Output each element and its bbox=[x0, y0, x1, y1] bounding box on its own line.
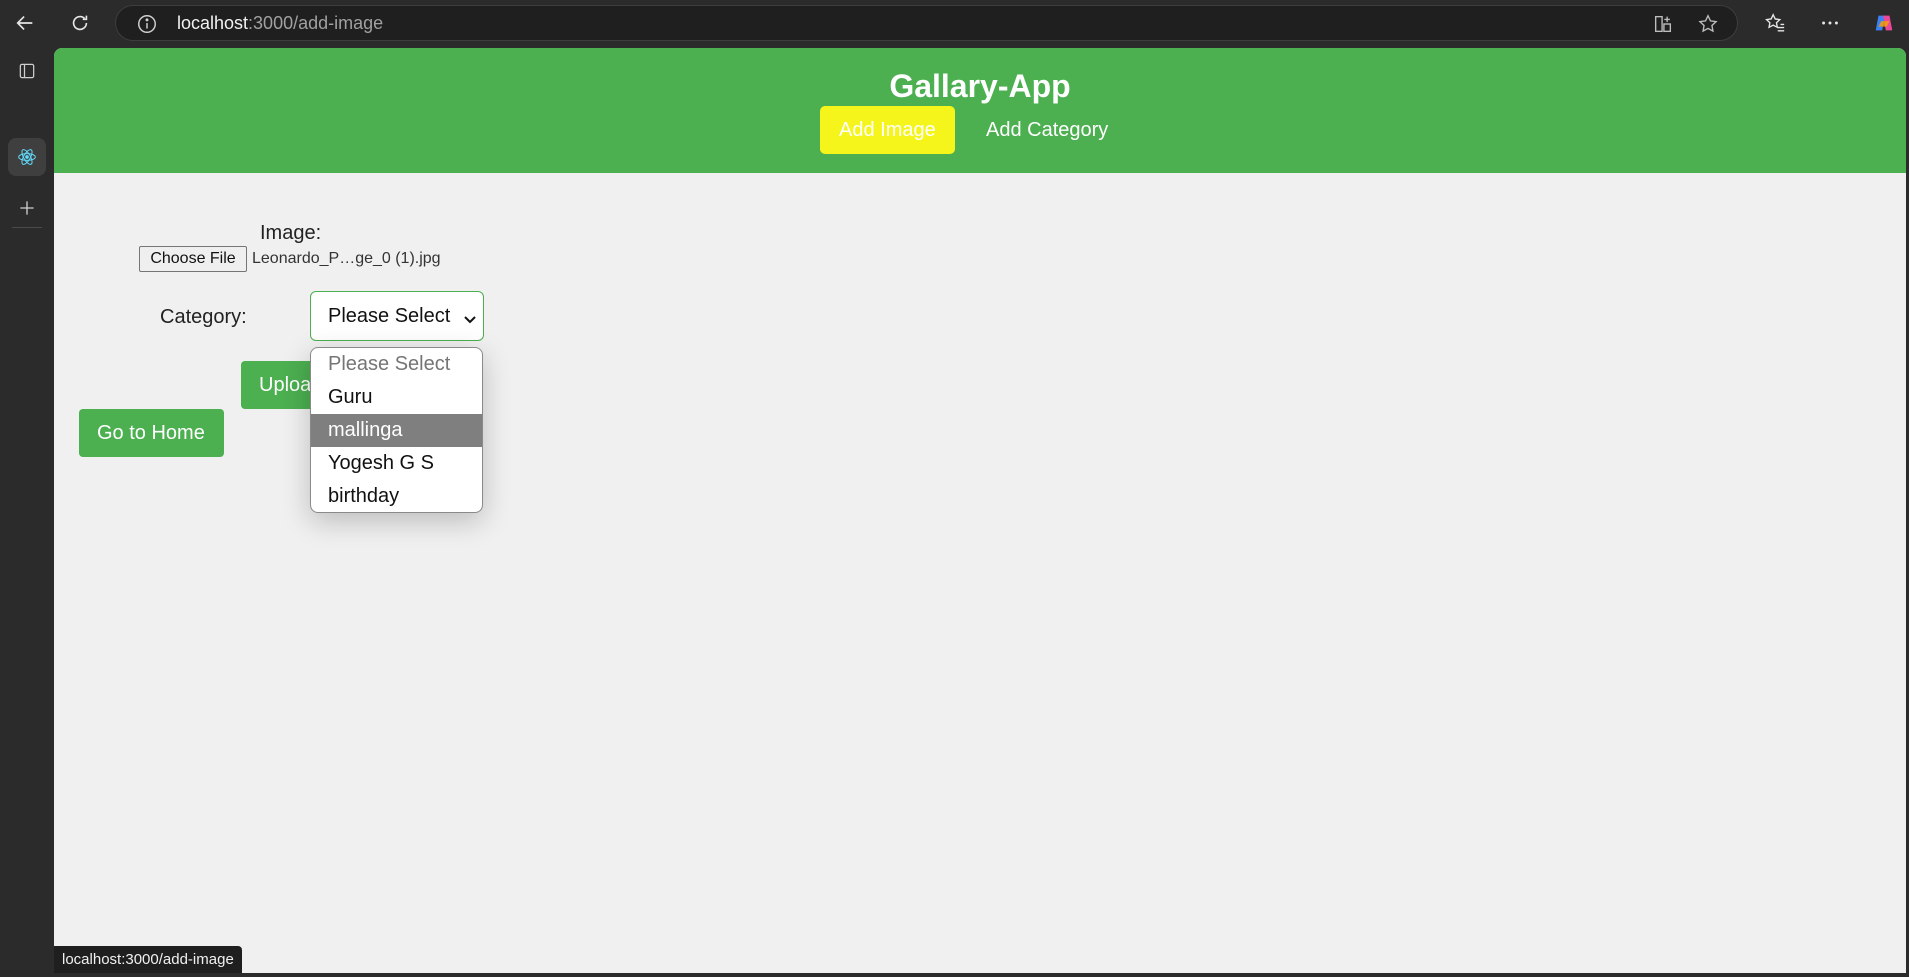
url-host: localhost bbox=[177, 13, 249, 33]
category-dropdown-list: Please Select Guru mallinga Yogesh G S b… bbox=[310, 347, 483, 513]
app-title: Gallary-App bbox=[889, 68, 1071, 104]
option-please-select[interactable]: Please Select bbox=[311, 348, 482, 381]
vertical-tab-rail bbox=[0, 46, 54, 977]
option-birthday[interactable]: birthday bbox=[311, 480, 482, 512]
category-select[interactable]: Please Select bbox=[310, 291, 484, 341]
category-label: Category: bbox=[160, 306, 247, 328]
back-arrow-icon[interactable] bbox=[5, 0, 45, 46]
page-viewport: Gallary-App Add Image Add Category Image… bbox=[54, 48, 1906, 973]
option-guru[interactable]: Guru bbox=[311, 381, 482, 414]
favorites-icon[interactable] bbox=[1755, 0, 1795, 46]
nav-add-category[interactable]: Add Category bbox=[967, 106, 1127, 154]
refresh-icon[interactable] bbox=[60, 0, 100, 46]
choose-file-button[interactable]: Choose File bbox=[139, 246, 247, 272]
info-icon[interactable] bbox=[136, 13, 158, 35]
image-label: Image: bbox=[260, 222, 322, 244]
more-icon[interactable] bbox=[1810, 0, 1850, 46]
app-available-icon[interactable] bbox=[1652, 13, 1674, 35]
url-path: :3000/add-image bbox=[248, 13, 384, 33]
go-to-home-button[interactable]: Go to Home bbox=[79, 409, 224, 457]
file-name: Leonardo_P…ge_0 (1).jpg bbox=[252, 250, 441, 267]
url-text: localhost:3000/add-image bbox=[177, 6, 383, 40]
app-header: Gallary-App Add Image Add Category bbox=[54, 48, 1906, 173]
address-bar[interactable]: localhost:3000/add-image bbox=[115, 5, 1738, 41]
category-selected-value: Please Select bbox=[328, 305, 451, 327]
status-bar-url: localhost:3000/add-image bbox=[54, 946, 242, 973]
new-tab-plus-icon[interactable] bbox=[8, 189, 46, 227]
option-mallinga[interactable]: mallinga bbox=[311, 414, 482, 447]
browser-toolbar: localhost:3000/add-image bbox=[0, 0, 1909, 46]
rail-divider bbox=[12, 227, 42, 228]
nav-add-image[interactable]: Add Image bbox=[820, 106, 955, 154]
chevron-down-icon bbox=[463, 309, 477, 324]
star-icon[interactable] bbox=[1697, 13, 1719, 35]
react-icon[interactable] bbox=[8, 138, 46, 176]
option-yogesh-g-s[interactable]: Yogesh G S bbox=[311, 447, 482, 480]
copilot-icon[interactable] bbox=[1864, 0, 1904, 46]
tab-actions-icon[interactable] bbox=[8, 52, 46, 90]
